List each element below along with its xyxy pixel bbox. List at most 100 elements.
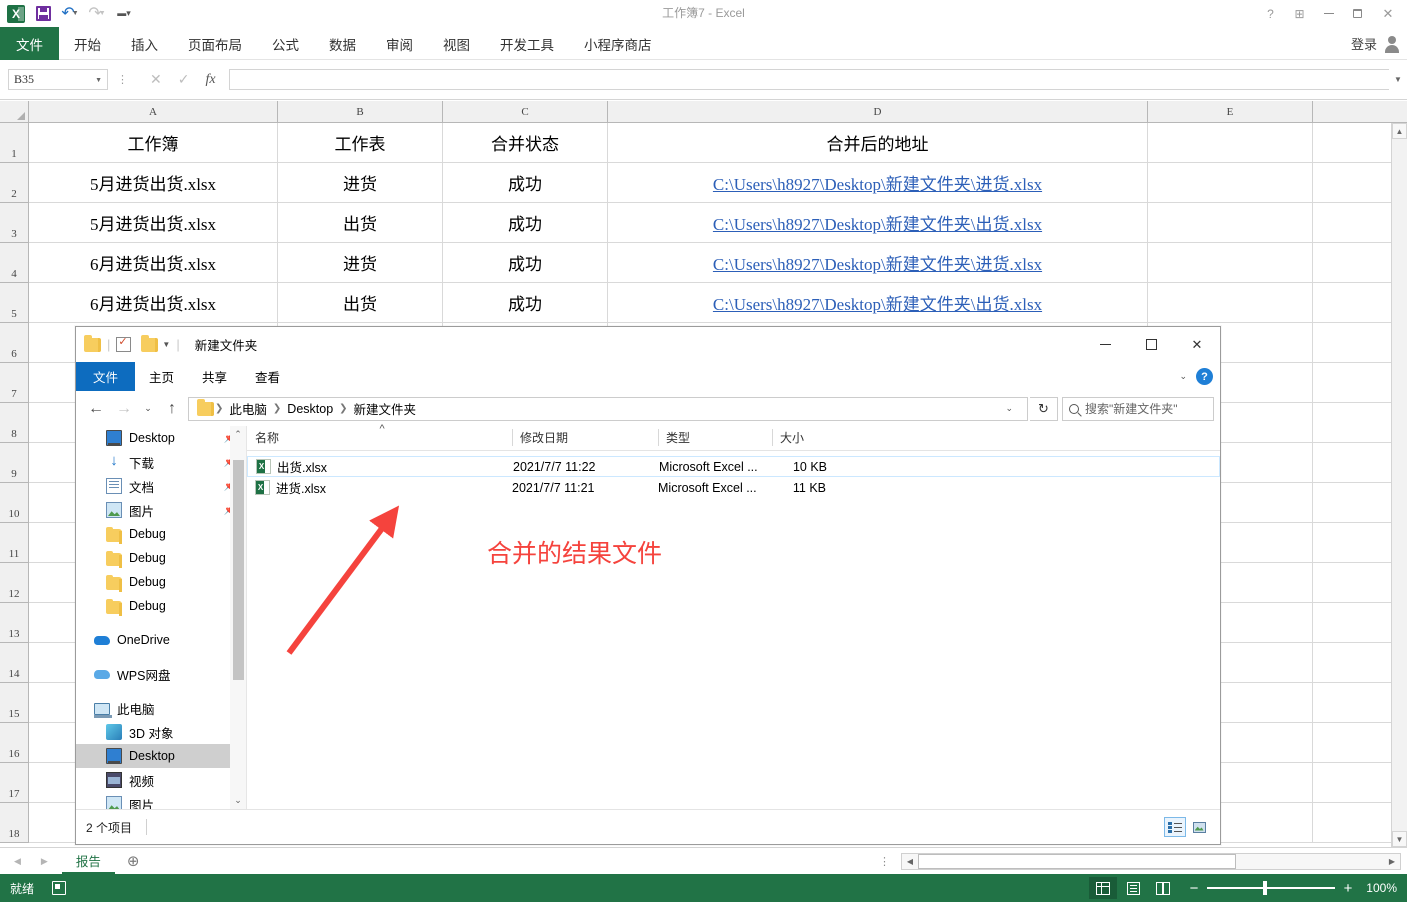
row-header[interactable]: 9: [0, 443, 29, 483]
breadcrumb-dropdown-icon[interactable]: ⌄: [995, 403, 1023, 414]
row-header[interactable]: 6: [0, 323, 29, 363]
hscroll-right-arrow[interactable]: ▶: [1384, 857, 1400, 866]
row-header[interactable]: 4: [0, 243, 29, 283]
add-sheet-button[interactable]: ⊕: [115, 848, 152, 874]
new-folder-icon[interactable]: [141, 334, 159, 352]
row-header[interactable]: 7: [0, 363, 29, 403]
sidebar-item-debug[interactable]: Debug: [76, 522, 246, 546]
details-view-button[interactable]: [1164, 817, 1186, 837]
column-header-date[interactable]: 修改日期: [512, 425, 658, 450]
cancel-icon[interactable]: ✕: [150, 71, 162, 88]
explorer-tab-home[interactable]: 主页: [135, 362, 188, 391]
grid-cell[interactable]: C:\Users\h8927\Desktop\新建文件夹\出货.xlsx: [608, 203, 1148, 243]
formula-input[interactable]: [228, 69, 1389, 90]
zoom-track[interactable]: [1207, 881, 1335, 896]
row-header[interactable]: 16: [0, 723, 29, 763]
maximize-button[interactable]: [1128, 327, 1174, 362]
ribbon-tab-developer[interactable]: 开发工具: [485, 27, 569, 60]
ribbon-tab-formulas[interactable]: 公式: [257, 27, 314, 60]
sign-in-link[interactable]: 登录: [1351, 34, 1377, 53]
ribbon-tab-page-layout[interactable]: 页面布局: [173, 27, 257, 60]
column-header-type[interactable]: 类型: [658, 425, 772, 450]
sidebar-item-wps网盘[interactable]: WPS网盘: [76, 662, 246, 686]
close-button[interactable]: ✕: [1373, 3, 1403, 25]
sidebar-item-debug[interactable]: Debug: [76, 570, 246, 594]
sidebar-scroll-down-icon[interactable]: ⌄: [234, 792, 242, 809]
chevron-down-icon[interactable]: ▼: [162, 340, 170, 349]
breadcrumb-item-1[interactable]: Desktop: [282, 402, 338, 416]
zoom-out-icon[interactable]: −: [1189, 880, 1199, 897]
grid-cell[interactable]: 成功: [443, 243, 608, 283]
help-icon[interactable]: ?: [1257, 3, 1284, 25]
close-button[interactable]: ✕: [1174, 327, 1220, 362]
sidebar-scrollbar[interactable]: ⌃ ⌄: [230, 426, 246, 809]
sheet-prev-icon[interactable]: ◀: [14, 856, 21, 867]
sidebar-item-此电脑[interactable]: 此电脑: [76, 696, 246, 720]
row-header[interactable]: 12: [0, 563, 29, 603]
scroll-down-arrow[interactable]: ▼: [1392, 831, 1407, 847]
column-header-a[interactable]: A: [29, 101, 278, 123]
column-header-name[interactable]: 名称: [247, 423, 512, 450]
search-input[interactable]: 搜索"新建文件夹": [1062, 396, 1214, 421]
sidebar-item-desktop[interactable]: Desktop📌: [76, 426, 246, 450]
zoom-slider[interactable]: − +: [1189, 880, 1353, 897]
recent-locations-icon[interactable]: ⌄: [138, 395, 158, 423]
grid-cell[interactable]: [1148, 283, 1313, 323]
grid-cell[interactable]: 进货: [278, 243, 443, 283]
sidebar-scroll-thumb[interactable]: [232, 460, 244, 680]
sidebar-item-onedrive[interactable]: OneDrive: [76, 628, 246, 652]
row-header[interactable]: 1: [0, 123, 29, 163]
ribbon-tab-addin-store[interactable]: 小程序商店: [569, 27, 667, 60]
sidebar-item-desktop[interactable]: Desktop: [76, 744, 246, 768]
grid-cell[interactable]: C:\Users\h8927\Desktop\新建文件夹\进货.xlsx: [608, 243, 1148, 283]
sidebar-item-文档[interactable]: 文档📌: [76, 474, 246, 498]
explorer-tab-view[interactable]: 查看: [241, 362, 294, 391]
explorer-tab-share[interactable]: 共享: [188, 362, 241, 391]
row-header[interactable]: 15: [0, 683, 29, 723]
ribbon-tab-view[interactable]: 视图: [428, 27, 485, 60]
grid-cell[interactable]: 工作簿: [29, 123, 278, 163]
column-header-e[interactable]: E: [1148, 101, 1313, 123]
ribbon-tab-file[interactable]: 文件: [0, 27, 59, 60]
grid-cell[interactable]: C:\Users\h8927\Desktop\新建文件夹\出货.xlsx: [608, 283, 1148, 323]
breadcrumb[interactable]: ❯ 此电脑 ❯ Desktop ❯ 新建文件夹 ⌄: [188, 396, 1028, 421]
zoom-in-icon[interactable]: +: [1343, 880, 1353, 897]
grid-cell[interactable]: 6月进货出货.xlsx: [29, 243, 278, 283]
minimize-button[interactable]: [1082, 327, 1128, 362]
row-header[interactable]: 17: [0, 763, 29, 803]
restore-button[interactable]: [1344, 3, 1371, 25]
grid-cell[interactable]: 6月进货出货.xlsx: [29, 283, 278, 323]
grid-cell[interactable]: 5月进货出货.xlsx: [29, 163, 278, 203]
vertical-scrollbar[interactable]: ▲ ▼: [1391, 123, 1407, 847]
macro-record-icon[interactable]: [52, 881, 67, 895]
grid-cell[interactable]: [1148, 243, 1313, 283]
view-normal-button[interactable]: [1089, 877, 1117, 899]
ribbon-tab-insert[interactable]: 插入: [116, 27, 173, 60]
grid-cell[interactable]: 成功: [443, 203, 608, 243]
confirm-icon[interactable]: ✓: [178, 71, 190, 88]
refresh-button[interactable]: ↻: [1030, 396, 1058, 421]
grid-cell[interactable]: 成功: [443, 163, 608, 203]
row-header[interactable]: 2: [0, 163, 29, 203]
grid-cell[interactable]: 合并后的地址: [608, 123, 1148, 163]
grid-cell[interactable]: 5月进货出货.xlsx: [29, 203, 278, 243]
ribbon-display-options-icon[interactable]: ⊞: [1286, 3, 1313, 25]
large-icons-view-button[interactable]: [1188, 817, 1210, 837]
sidebar-item-图片[interactable]: 图片: [76, 792, 246, 809]
minimize-button[interactable]: [1315, 3, 1342, 25]
sheet-nav-arrows[interactable]: ◀ ▶: [0, 848, 62, 874]
grid-cell[interactable]: 合并状态: [443, 123, 608, 163]
row-header[interactable]: 11: [0, 523, 29, 563]
scroll-up-arrow[interactable]: ▲: [1392, 123, 1407, 139]
properties-icon[interactable]: [116, 335, 132, 352]
sheet-tab-report[interactable]: 报告: [61, 848, 115, 874]
up-button[interactable]: ↑: [158, 395, 186, 423]
column-header-size[interactable]: 大小: [772, 425, 838, 450]
row-header[interactable]: 18: [0, 803, 29, 843]
view-page-break-button[interactable]: [1149, 877, 1177, 899]
sidebar-item-图片[interactable]: 图片📌: [76, 498, 246, 522]
view-page-layout-button[interactable]: [1119, 877, 1147, 899]
hscroll-thumb[interactable]: [918, 853, 1236, 869]
column-header-f[interactable]: [1313, 101, 1407, 123]
breadcrumb-item-0[interactable]: 此电脑: [224, 399, 272, 418]
